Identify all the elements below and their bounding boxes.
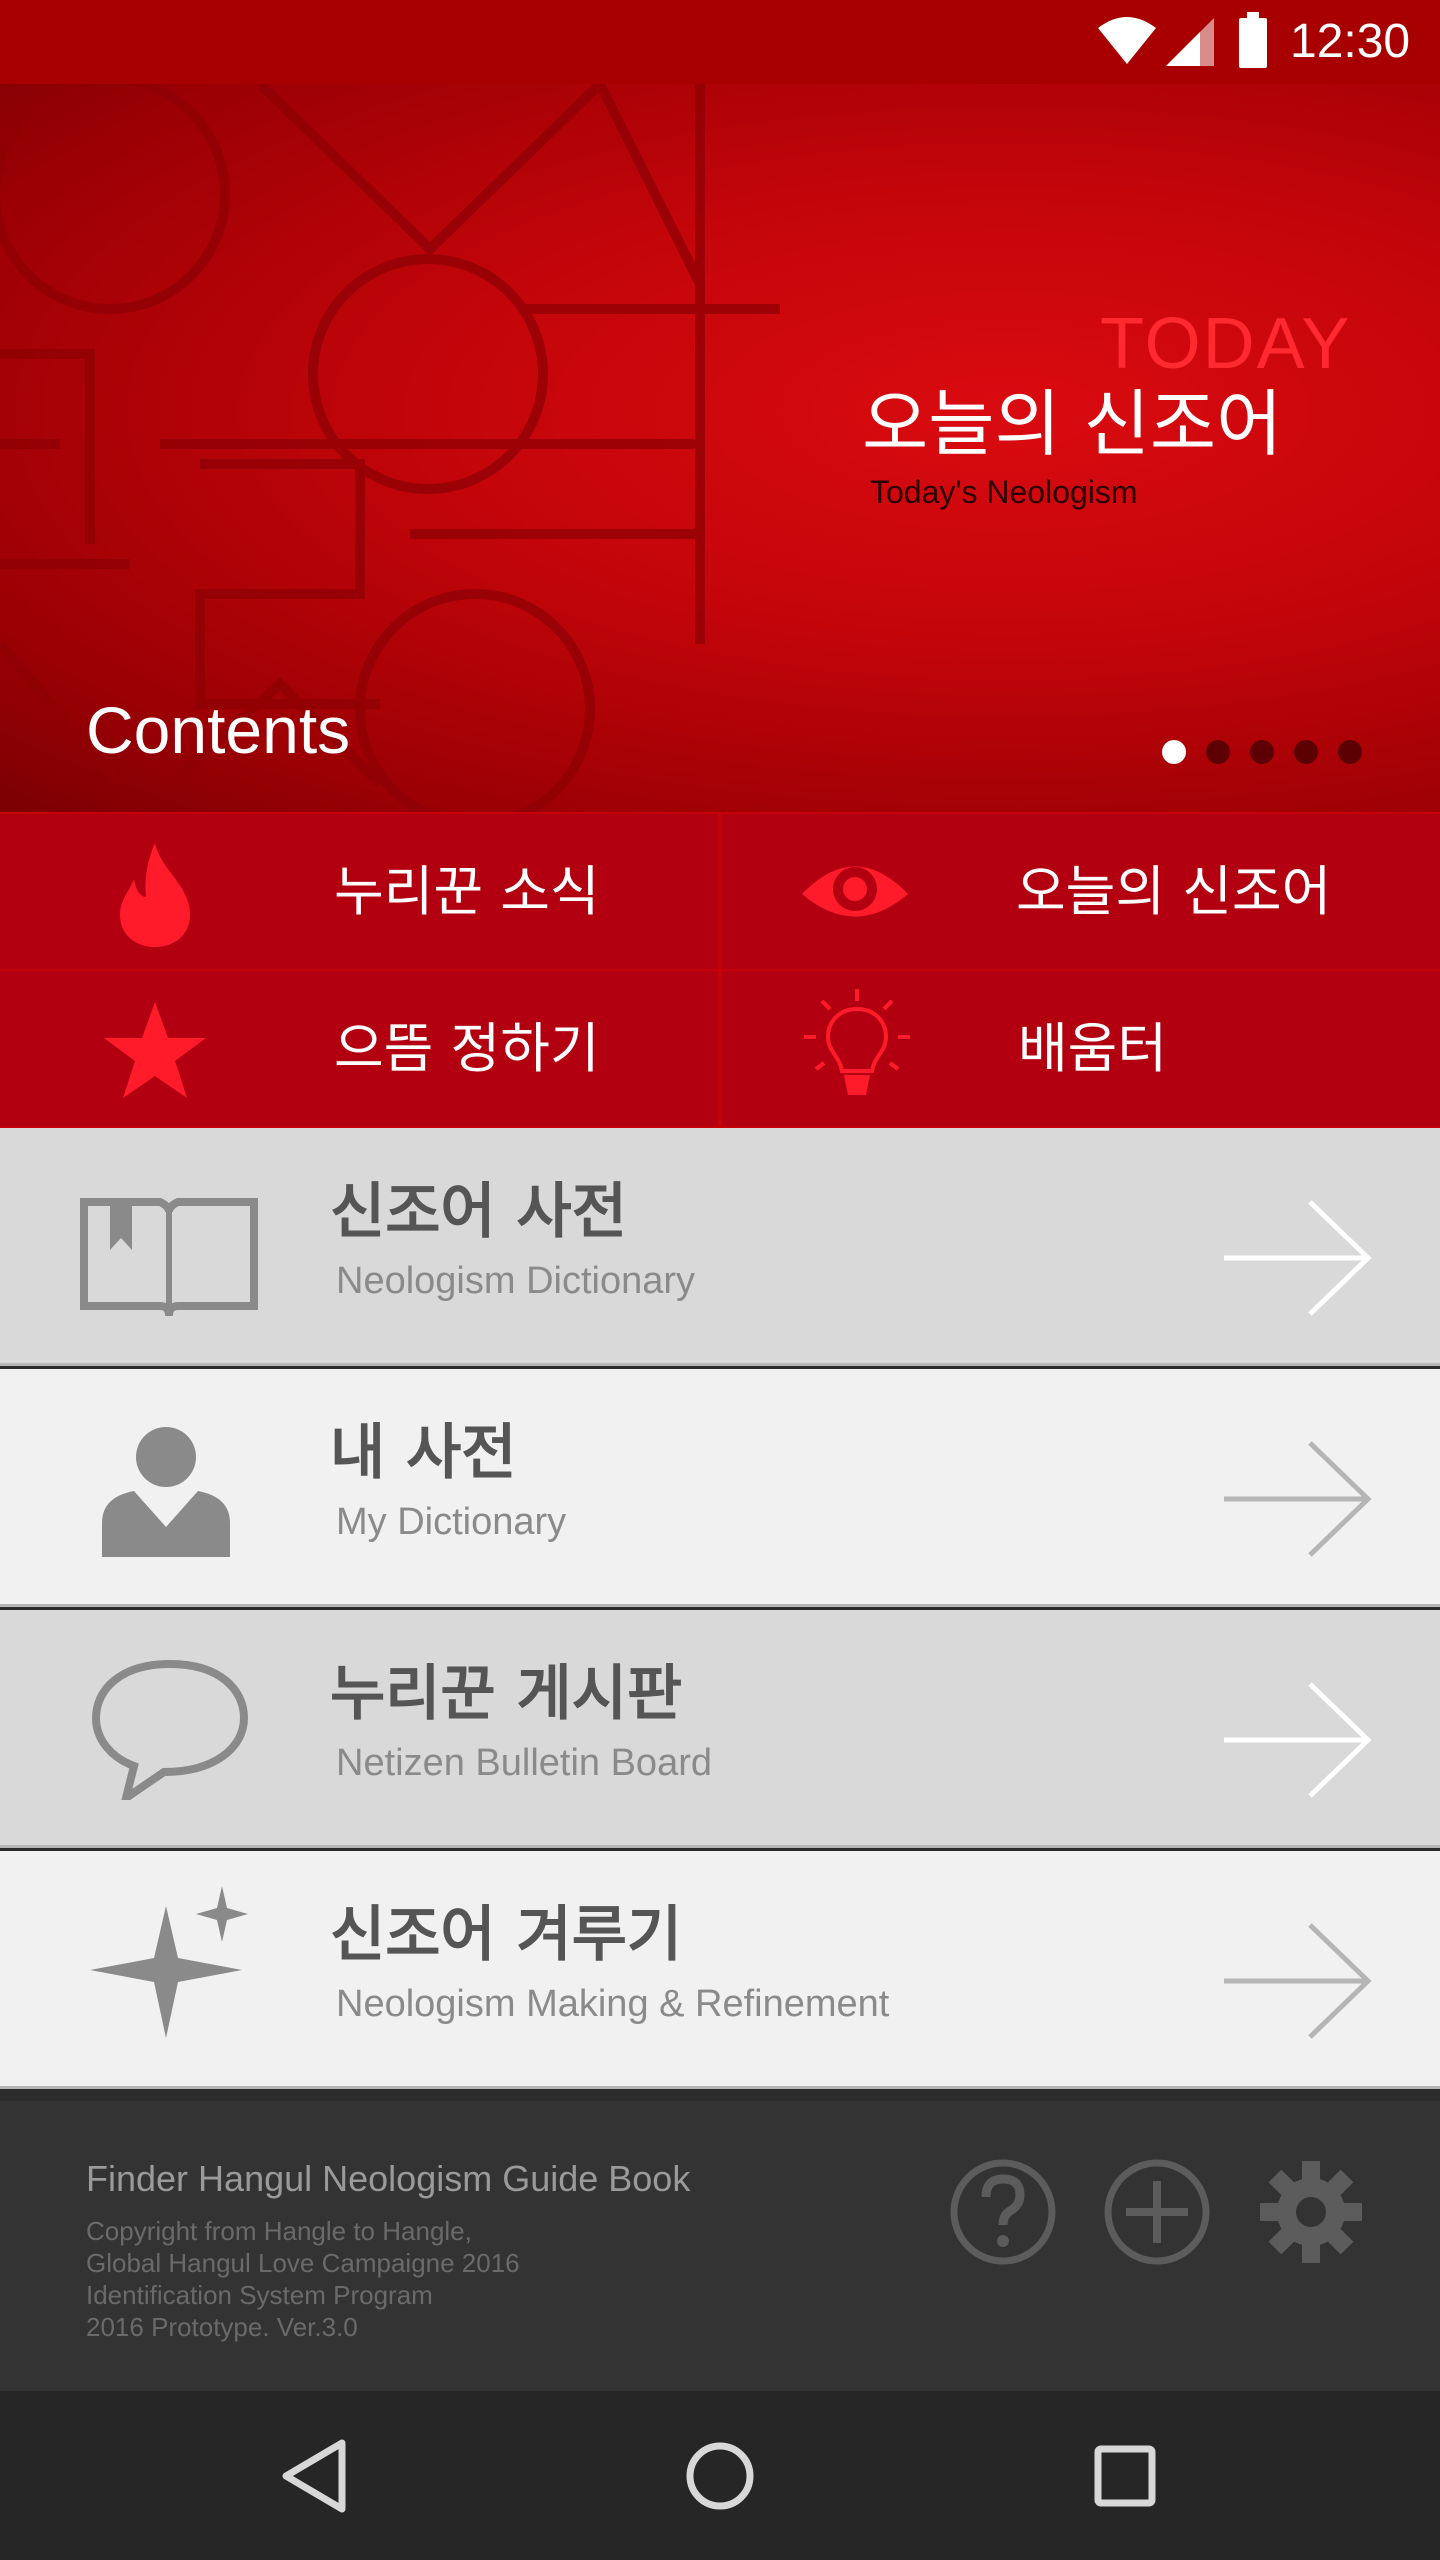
quick-menu-today-neologism[interactable]: 오늘의 신조어 <box>722 814 1440 969</box>
copyright-line: Identification System Program <box>86 2280 433 2310</box>
footer-title: Finder Hangul Neologism Guide Book <box>86 2158 691 2199</box>
speech-bubble-icon <box>91 1660 249 1800</box>
settings-icon[interactable] <box>1256 2157 1366 2267</box>
home-icon[interactable] <box>677 2433 763 2519</box>
tile-label: 으뜸 정하기 <box>334 1017 600 1080</box>
arrow-right-icon[interactable] <box>1222 1682 1372 1798</box>
quick-menu-best-pick[interactable]: 으뜸 정하기 <box>0 971 718 1126</box>
list-item-neologism-dictionary[interactable]: 신조어 사전 Neologism Dictionary <box>0 1128 1440 1366</box>
page-dot[interactable] <box>1250 740 1274 764</box>
wifi-icon <box>1098 17 1156 64</box>
footer-copyright: Copyright from Hangle to Hangle, Global … <box>86 2215 520 2343</box>
star-icon <box>104 1002 206 1098</box>
hero-subtitle: Today's Neologism <box>870 474 1138 510</box>
cell-signal-icon <box>1166 18 1214 66</box>
tile-label: 누리꾼 소식 <box>334 860 600 923</box>
contents-label: Contents <box>86 693 351 767</box>
page-dot[interactable] <box>1294 740 1318 764</box>
page-dot[interactable] <box>1162 740 1186 764</box>
quick-menu-netizen-news[interactable]: 누리꾼 소식 <box>0 814 718 969</box>
list-item-title: 신조어 사전 <box>330 1177 627 1247</box>
arrow-right-icon[interactable] <box>1222 1200 1372 1316</box>
add-icon[interactable] <box>1102 2157 1212 2267</box>
book-icon <box>80 1198 258 1317</box>
quick-menu-grid: 누리꾼 소식 오늘의 신조어 으뜸 정하기 배움터 <box>0 812 1440 1128</box>
list-item-neologism-contest[interactable]: 신조어 겨루기 Neologism Making & Refinement <box>0 1851 1440 2089</box>
lightbulb-icon <box>804 989 910 1095</box>
footer: Finder Hangul Neologism Guide Book Copyr… <box>0 2101 1440 2391</box>
arrow-right-icon[interactable] <box>1222 1441 1372 1557</box>
back-icon[interactable] <box>272 2433 358 2519</box>
page-dot[interactable] <box>1338 740 1362 764</box>
today-label: TODAY <box>1100 304 1352 384</box>
status-bar: 12:30 <box>0 0 1440 84</box>
list-item-subtitle: My Dictionary <box>336 1501 567 1543</box>
recents-icon[interactable] <box>1082 2433 1168 2519</box>
list-item-title: 신조어 겨루기 <box>330 1900 683 1970</box>
list-item-subtitle: Netizen Bulletin Board <box>336 1742 712 1784</box>
sparkle-icon <box>90 1886 248 2038</box>
tile-label: 배움터 <box>1018 1017 1168 1080</box>
eye-icon <box>802 866 908 917</box>
copyright-line: Copyright from Hangle to Hangle, <box>86 2216 472 2246</box>
arrow-right-icon[interactable] <box>1222 1923 1372 2039</box>
carousel-page-indicator[interactable] <box>1162 740 1362 764</box>
list-item-title: 내 사전 <box>330 1418 517 1488</box>
copyright-line: Global Hangul Love Campaigne 2016 <box>86 2248 520 2278</box>
list-item-subtitle: Neologism Making & Refinement <box>336 1983 890 2025</box>
list-item-my-dictionary[interactable]: 내 사전 My Dictionary <box>0 1369 1440 1607</box>
system-navigation-bar <box>0 2391 1440 2560</box>
quick-menu-learning[interactable]: 배움터 <box>722 971 1440 1126</box>
hero-banner[interactable]: TODAY 오늘의 신조어 Today's Neologism Contents <box>0 84 1440 812</box>
list-item-bulletin-board[interactable]: 누리꾼 게시판 Netizen Bulletin Board <box>0 1610 1440 1848</box>
flame-icon <box>120 843 190 947</box>
list-item-subtitle: Neologism Dictionary <box>336 1260 696 1302</box>
hero-title: 오늘의 신조어 <box>862 382 1283 466</box>
page-dot[interactable] <box>1206 740 1230 764</box>
list-item-title: 누리꾼 게시판 <box>330 1659 683 1729</box>
person-icon <box>102 1427 230 1557</box>
copyright-line: 2016 Prototype. Ver.3.0 <box>86 2312 358 2342</box>
tile-label: 오늘의 신조어 <box>1016 860 1332 923</box>
help-icon[interactable] <box>948 2157 1058 2267</box>
status-time: 12:30 <box>1290 15 1411 68</box>
battery-icon <box>1239 12 1267 68</box>
